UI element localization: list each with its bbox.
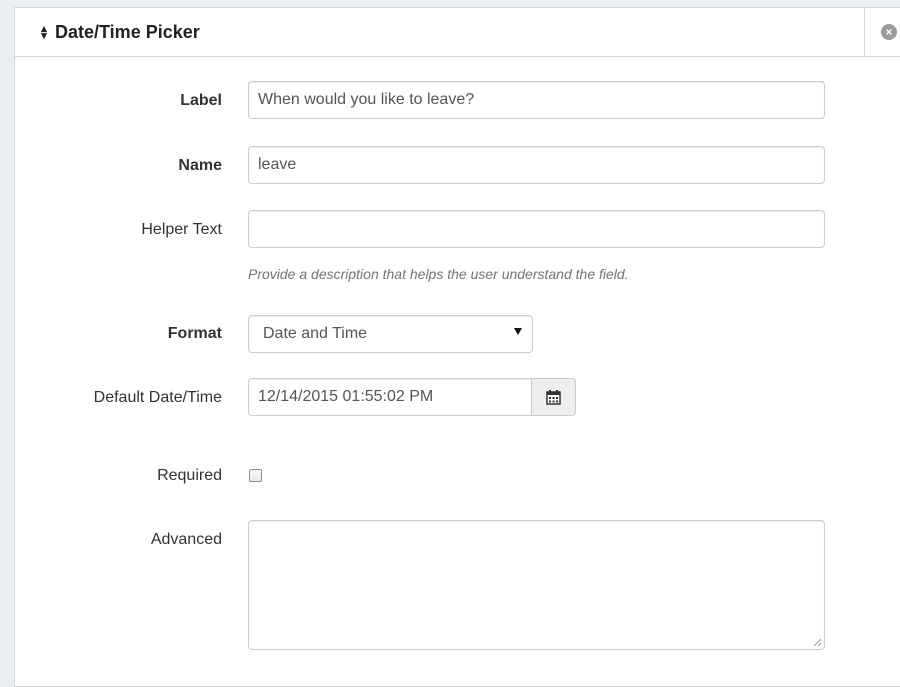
panel-title-area[interactable]: ▴ ▾ Date/Time Picker <box>39 22 200 43</box>
chevron-down-icon <box>514 328 522 335</box>
name-field-label: Name <box>178 157 222 174</box>
resize-handle-icon[interactable] <box>813 638 822 647</box>
header-divider <box>864 8 865 56</box>
name-input[interactable] <box>248 146 825 184</box>
helper-text-label: Helper Text <box>141 221 222 238</box>
advanced-textarea[interactable] <box>248 520 825 650</box>
format-select-value: Date and Time <box>263 325 368 342</box>
helper-text-hint: Provide a description that helps the use… <box>248 266 629 282</box>
format-select[interactable]: Date and Time <box>248 315 533 353</box>
calendar-icon <box>546 390 561 405</box>
default-datetime-label: Default Date/Time <box>93 389 222 406</box>
calendar-button[interactable] <box>531 378 576 416</box>
panel-header: ▴ ▾ Date/Time Picker × <box>15 8 900 57</box>
required-label: Required <box>157 467 222 484</box>
panel-title: Date/Time Picker <box>55 22 200 42</box>
label-field-label: Label <box>180 92 222 109</box>
close-icon[interactable]: × <box>881 24 897 40</box>
label-input[interactable] <box>248 81 825 119</box>
format-field-label: Format <box>167 325 222 342</box>
advanced-label: Advanced <box>150 531 222 548</box>
default-datetime-input[interactable] <box>248 378 532 416</box>
helper-text-input[interactable] <box>248 210 825 248</box>
required-checkbox[interactable] <box>249 469 262 482</box>
default-datetime-group <box>248 378 576 416</box>
sort-icon[interactable]: ▴ ▾ <box>39 23 49 41</box>
